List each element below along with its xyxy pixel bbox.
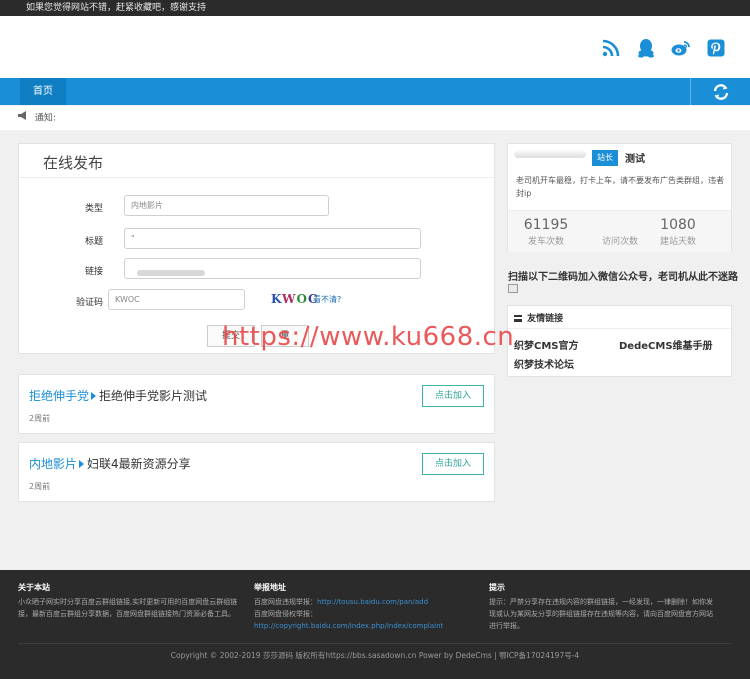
list-item: 拒绝伸手党 拒绝伸手党影片测试 2周前 点击加入 <box>18 374 495 434</box>
divider <box>508 328 731 329</box>
post-title-link[interactable]: 妇联4最新资源分享 <box>87 457 191 471</box>
footer-tip-text: 提示：严禁分享存在违规内容的群组链接，一经发现，一律删除！如你发现或认为某网友分… <box>489 598 713 630</box>
divider <box>19 177 494 178</box>
notice-bar: 通知: <box>0 106 750 130</box>
footer-about: 关于本站 小众晒子网实时分享百度云群组链接,实时更新可用的百度网盘云群组链接，最… <box>18 582 238 620</box>
profile-bio: 老司机开车最稳，打卡上车，请不要发布广告类群组，违者封ip <box>516 176 724 198</box>
footer-about-title: 关于本站 <box>18 583 50 592</box>
friend-links-title: 友情链接 <box>527 314 564 324</box>
notice-label: 通知: <box>34 113 56 124</box>
profile-name: 测试 <box>625 154 645 165</box>
footer-tip-title: 提示 <box>489 583 505 592</box>
pinterest-icon[interactable] <box>706 38 726 58</box>
footer-report: 举报地址 百度网盘违规举报：http://tousu.baidu.com/pan… <box>254 582 474 632</box>
footer-tips: 提示 提示：严禁分享存在违规内容的群组链接，一经发现，一律删除！如你发现或认为某… <box>489 582 714 632</box>
stat-days: 1080 建站天数 <box>643 217 713 247</box>
post-time: 2周前 <box>29 414 51 423</box>
stat-label: 发车次数 <box>527 237 564 247</box>
qr-caption: 扫描以下二维码加入微信公众号，老司机从此不迷路 <box>508 272 738 283</box>
publish-title: 在线发布 <box>43 154 104 172</box>
join-button[interactable]: 点击加入 <box>422 453 484 475</box>
blurred-link-value <box>137 270 205 276</box>
stat-label: 建站天数 <box>659 237 696 247</box>
join-button[interactable]: 点击加入 <box>422 385 484 407</box>
type-select[interactable]: 内地影片 <box>124 195 329 216</box>
report-link-1[interactable]: http://tousu.baidu.com/pan/add <box>317 598 428 606</box>
qr-code-image <box>508 284 518 293</box>
report-line-2: 百度网盘侵权举报： <box>254 610 317 618</box>
menu-icon <box>514 315 522 322</box>
megaphone-icon <box>18 106 28 130</box>
friend-link[interactable]: DedeCMS维基手册 <box>619 337 713 352</box>
footer-about-text: 小众晒子网实时分享百度云群组链接,实时更新可用的百度网盘云群组链接，最新百度云群… <box>18 598 238 618</box>
report-link-2[interactable]: http://copyright.baidu.com/index.php/ind… <box>254 622 443 630</box>
role-badge: 站长 <box>592 150 618 166</box>
caret-right-icon <box>79 460 85 468</box>
friend-link[interactable]: 织梦技术论坛 <box>514 356 574 371</box>
list-item: 内地影片 妇联4最新资源分享 2周前 点击加入 <box>18 442 495 502</box>
weibo-icon[interactable] <box>671 38 691 58</box>
refresh-icon[interactable] <box>690 78 750 105</box>
profile-card: 站长 测试 老司机开车最稳，打卡上车，请不要发布广告类群组，违者封ip 6119… <box>507 143 732 252</box>
post-heading: 内地影片 妇联4最新资源分享 <box>29 455 191 472</box>
top-announcement-bar: 如果您觉得网站不错，赶紧收藏吧，感谢支持 <box>0 0 750 16</box>
post-heading: 拒绝伸手党 拒绝伸手党影片测试 <box>29 387 207 404</box>
stat-rides: 61195 发车次数 <box>511 217 581 247</box>
captcha-char: O <box>296 292 308 306</box>
divider <box>18 643 732 644</box>
captcha-image[interactable]: KWOC <box>271 292 319 306</box>
copyright-text: Copyright © 2002-2019 莎莎源码 版权所有https://b… <box>170 651 580 660</box>
captcha-char: W <box>282 292 297 306</box>
avatar <box>514 150 586 158</box>
friend-links-panel: 友情链接 织梦CMS官方 DedeCMS维基手册 织梦技术论坛 <box>507 305 732 377</box>
report-line-1: 百度网盘违规举报： <box>254 598 317 606</box>
type-label: 类型 <box>84 204 103 214</box>
post-time: 2周前 <box>29 482 51 491</box>
friend-link[interactable]: 织梦CMS官方 <box>514 337 579 352</box>
main-nav: 首页 <box>0 78 750 105</box>
watermark-text: https://www.ku668.cn <box>222 322 515 352</box>
captcha-input[interactable]: KWOC <box>108 289 245 310</box>
caret-right-icon <box>91 392 97 400</box>
post-title-link[interactable]: 拒绝伸手党影片测试 <box>99 389 207 403</box>
stat-number: 1080 <box>660 217 696 233</box>
footer-report-title: 举报地址 <box>254 583 286 592</box>
title-label: 标题 <box>84 237 103 247</box>
site-footer: 关于本站 小众晒子网实时分享百度云群组链接,实时更新可用的百度网盘云群组链接，最… <box>0 570 750 679</box>
stat-number: 61195 <box>523 217 569 233</box>
captcha-refresh-link[interactable]: 看不清? <box>313 294 341 305</box>
post-category-link[interactable]: 拒绝伸手党 <box>29 389 89 403</box>
top-announcement-text: 如果您觉得网站不错，赶紧收藏吧，感谢支持 <box>26 3 207 13</box>
nav-home-link[interactable]: 首页 <box>20 78 66 105</box>
profile-stats: 61195 发车次数 访问次数 1080 建站天数 <box>508 210 731 252</box>
site-header <box>0 16 750 78</box>
link-label: 链接 <box>84 267 103 277</box>
friend-links-heading: 友情链接 <box>514 311 563 324</box>
qq-icon[interactable] <box>636 38 656 58</box>
rss-icon[interactable] <box>601 38 621 58</box>
captcha-char: K <box>271 292 283 306</box>
captcha-label: 验证码 <box>75 298 103 308</box>
title-input[interactable]: " <box>124 228 421 249</box>
post-category-link[interactable]: 内地影片 <box>29 457 77 471</box>
